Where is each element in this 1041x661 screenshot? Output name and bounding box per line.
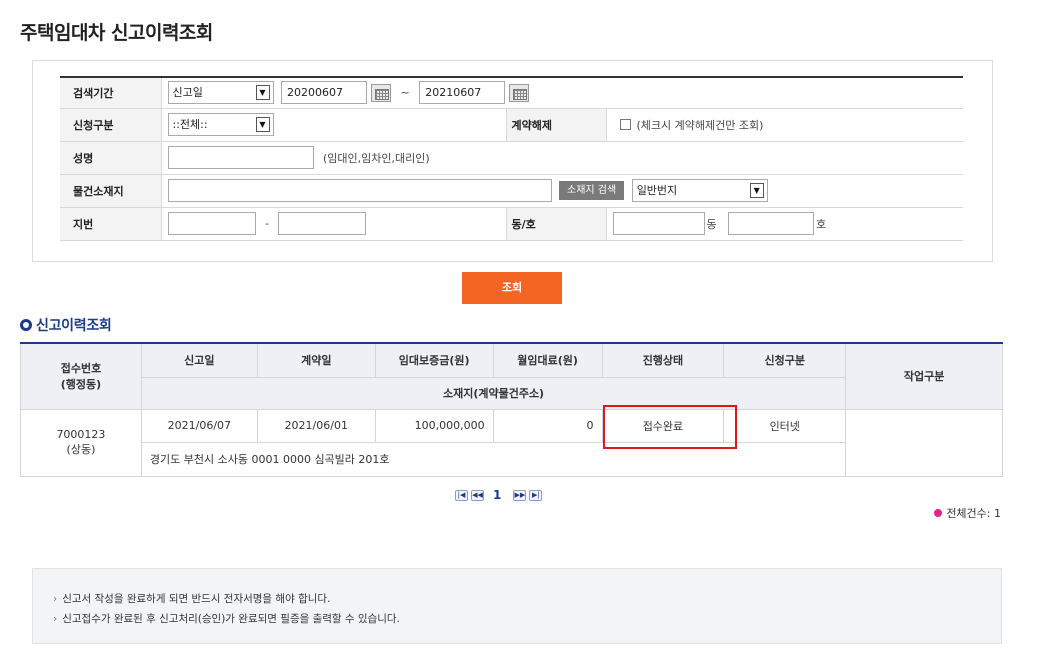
period-type-select[interactable]: 신고일 ▼ [167,81,274,105]
col-receipt-no-label: 접수번호 [60,362,102,376]
unit-label: 동/호 [505,207,607,241]
col-job: 작업구분 [845,342,1003,410]
category-label: 신청구분 [60,108,162,142]
search-form-table: 검색기간 신고일 ▼ 20200607 ~ 20210607 신청구분 ::전체… [60,76,963,241]
cell-rent: 0 [492,408,603,443]
name-hint: (임대인,임차인,대리인) [323,151,430,165]
page-number-current[interactable]: 1 [493,488,501,502]
calendar-icon[interactable] [371,83,391,102]
notice-box: 신고서 작성을 완료하게 되면 반드시 전자서명을 해야 합니다. 신고접수가 … [32,568,1002,644]
name-input[interactable] [167,146,314,169]
location-type-value: 일반번지 [636,184,678,197]
category-select[interactable]: ::전체:: ▼ [167,113,274,136]
total-count-text: 전체건수: 1 [946,507,1001,520]
chevron-down-icon: ▼ [749,183,764,198]
name-cell: (임대인,임차인,대리인) [161,141,963,175]
name-label: 성명 [60,141,162,175]
col-receipt-no-sub: (행정동) [60,378,102,392]
lot-label: 지번 [60,207,162,241]
total-count: 전체건수: 1 [934,505,1001,521]
last-page-icon[interactable]: ▶| [529,489,543,501]
col-contract-date: 계약일 [256,342,376,378]
first-page-icon[interactable]: |◀ [455,489,468,501]
cell-status[interactable]: 접수완료 [601,408,725,443]
circle-icon [20,319,32,331]
location-search-button[interactable]: 소재지 검색 [559,181,625,200]
period-label: 검색기간 [60,77,162,109]
category-value: ::전체:: [172,118,208,131]
results-title-text: 신고이력조회 [36,318,112,334]
results-section-title: 신고이력조회 [20,315,112,335]
receipt-no-value: 7000123 [56,428,106,441]
cell-report-date: 2021/06/07 [140,408,258,443]
cancel-label: 계약해제 [505,108,607,142]
col-status: 진행상태 [601,342,725,378]
calendar-icon[interactable] [509,83,530,102]
cell-receipt-no[interactable]: 7000123 (상동) [20,408,142,477]
cancel-checkbox[interactable] [619,119,631,130]
next-page-icon[interactable]: ▶▶ [513,489,527,501]
ho-input[interactable] [728,212,815,235]
page-title: 주택임대차 신고이력조회 [20,22,213,44]
unit-cell: 동 호 [606,207,963,241]
col-receipt-no: 접수번호 (행정동) [20,342,142,410]
results-table: 접수번호 (행정동) 신고일 계약일 임대보증금(원) 월임대료(원) 진행상태… [20,342,1003,477]
notice-line: 신고접수가 완료된 후 신고처리(승인)가 완료되면 필증을 출력할 수 있습니… [53,611,1001,626]
location-type-select[interactable]: 일반번지 ▼ [631,179,768,202]
bullet-icon [934,509,943,517]
notice-line: 신고서 작성을 완료하게 되면 반드시 전자서명을 해야 합니다. [53,591,1001,606]
location-input[interactable] [167,179,552,202]
ho-suffix: 호 [816,217,827,231]
category-cell: ::전체:: ▼ [161,108,506,142]
period-cell: 신고일 ▼ 20200607 ~ 20210607 [161,77,963,109]
location-label: 물건소재지 [60,174,162,208]
cell-apply-type: 인터넷 [723,408,847,443]
lot-dash: - [265,217,269,230]
chevron-down-icon: ▼ [255,85,270,101]
prev-page-icon[interactable]: ◀◀ [471,489,484,501]
period-type-value: 신고일 [172,86,203,100]
chevron-down-icon: ▼ [255,117,270,132]
cell-address: 경기도 부천시 소사동 0001 0000 심곡빌라 201호 [140,441,847,477]
pagination: |◀ ◀◀ 1 ▶▶ ▶| [455,488,545,502]
cell-contract-date: 2021/06/01 [256,408,376,443]
period-separator: ~ [400,86,410,100]
col-deposit: 임대보증금(원) [374,342,494,378]
lot-sub-input[interactable] [278,212,367,235]
lot-cell: - [161,207,506,241]
search-button[interactable]: 조회 [462,272,562,304]
dong-value: (상동) [66,443,96,456]
period-to-input[interactable]: 20210607 [419,81,506,105]
lot-main-input[interactable] [167,212,256,235]
dong-suffix: 동 [706,217,717,231]
location-cell: 소재지 검색 일반번지 ▼ [161,174,963,208]
cell-deposit: 100,000,000 [374,408,494,443]
period-from-input[interactable]: 20200607 [281,81,367,105]
col-report-date: 신고일 [140,342,258,378]
col-address: 소재지(계약물건주소) [140,376,847,410]
search-panel: 검색기간 신고일 ▼ 20200607 ~ 20210607 신청구분 ::전체… [32,60,993,262]
col-rent: 월임대료(원) [492,342,603,378]
col-apply-type: 신청구분 [723,342,847,378]
cancel-cell: (체크시 계약해제건만 조회) [606,108,963,142]
table-row[interactable]: 7000123 (상동) 2021/06/07 2021/06/01 100,0… [20,408,1003,477]
cell-job [845,408,1003,477]
cancel-hint: (체크시 계약해제건만 조회) [636,118,764,132]
dong-input[interactable] [612,212,705,235]
